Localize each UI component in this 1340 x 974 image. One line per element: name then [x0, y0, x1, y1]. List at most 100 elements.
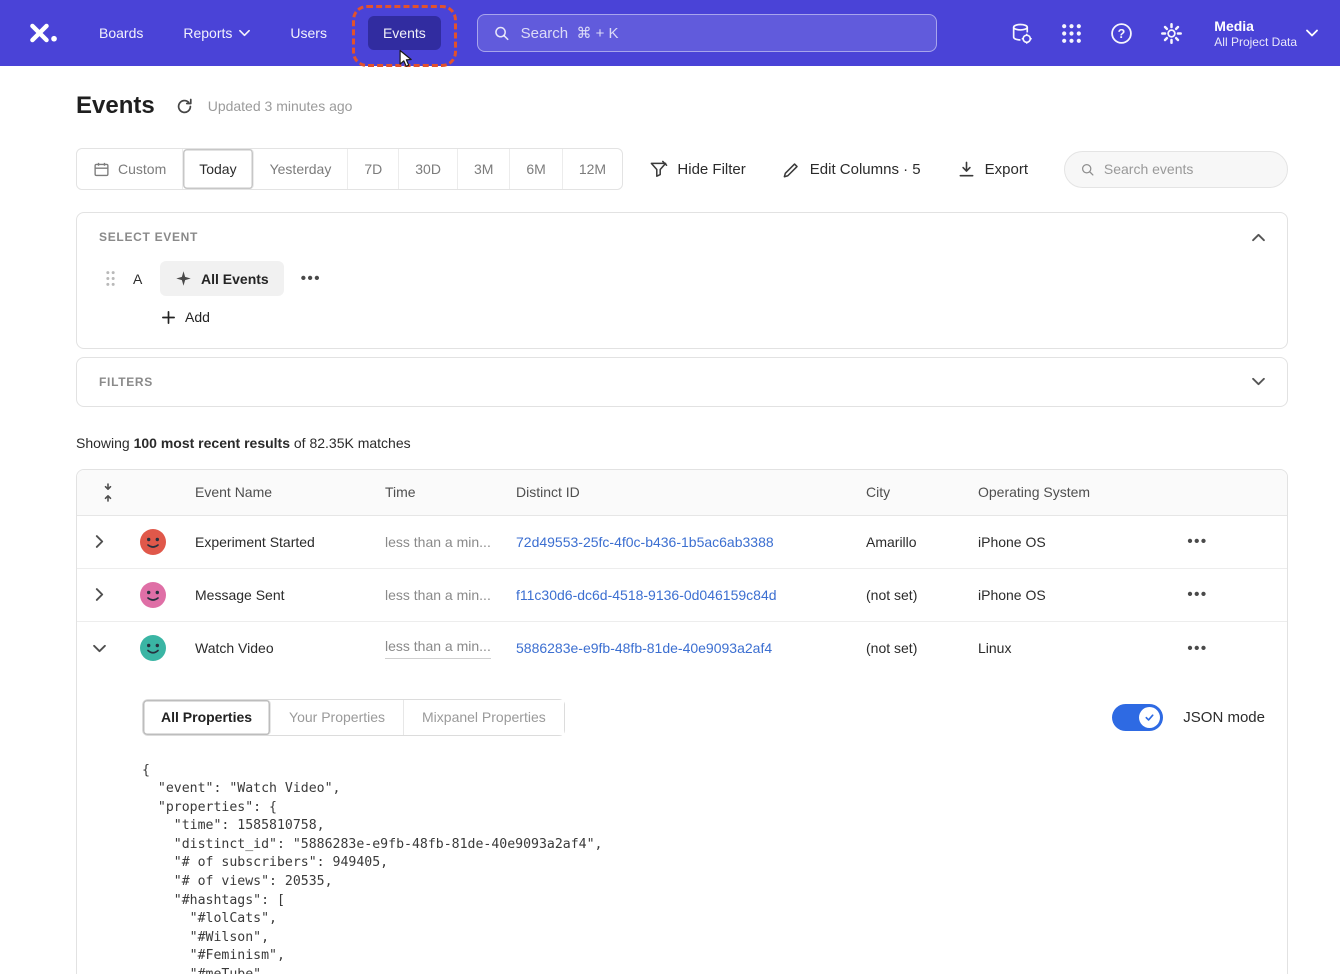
- table-row-expanded[interactable]: Watch Video less than a min... 5886283e-…: [77, 622, 1287, 675]
- chevron-right-icon[interactable]: [93, 588, 106, 601]
- select-event-card: SELECT EVENT A All Events •••: [76, 212, 1288, 349]
- date-3m-button[interactable]: 3M: [458, 149, 510, 189]
- table-row[interactable]: Experiment Started less than a min... 72…: [77, 516, 1287, 569]
- top-navbar: Boards Reports Users Events: [0, 0, 1340, 66]
- date-7d-button[interactable]: 7D: [348, 149, 399, 189]
- event-selector-chip[interactable]: All Events: [160, 261, 284, 296]
- date-7d-label: 7D: [364, 161, 382, 177]
- chevron-up-icon[interactable]: [1252, 233, 1265, 242]
- hide-filter-button[interactable]: Hide Filter: [649, 160, 745, 179]
- add-event-button[interactable]: Add: [161, 309, 210, 325]
- settings-gear-icon[interactable]: [1160, 22, 1183, 45]
- date-6m-button[interactable]: 6M: [510, 149, 562, 189]
- cell-time: less than a min...: [375, 534, 506, 550]
- nav-item-reports-label: Reports: [183, 25, 232, 41]
- date-6m-label: 6M: [526, 161, 545, 177]
- drag-handle-icon[interactable]: [105, 270, 116, 287]
- cell-os: iPhone OS: [968, 587, 1118, 603]
- event-detail-panel: All Properties Your Properties Mixpanel …: [77, 675, 1287, 974]
- cell-distinct-id-link[interactable]: 5886283e-e9fb-48fb-81de-40e9093a2af4: [506, 640, 856, 656]
- table-row[interactable]: Message Sent less than a min... f11c30d6…: [77, 569, 1287, 622]
- page-header: Events Updated 3 minutes ago: [76, 92, 1288, 120]
- hide-filter-label: Hide Filter: [677, 161, 745, 178]
- search-events-input[interactable]: [1104, 161, 1272, 177]
- select-event-header[interactable]: SELECT EVENT: [77, 213, 1287, 261]
- filter-funnel-icon: [649, 160, 668, 179]
- help-icon[interactable]: ?: [1110, 22, 1133, 45]
- cell-distinct-id-link[interactable]: 72d49553-25fc-4f0c-b436-1b5ac6ab3388: [506, 534, 856, 550]
- add-row: Add: [77, 296, 1287, 348]
- navbar-search-input[interactable]: [521, 25, 921, 42]
- row-more-button[interactable]: •••: [1187, 586, 1207, 603]
- add-event-label: Add: [185, 309, 210, 325]
- cell-time: less than a min...: [375, 587, 506, 603]
- search-events-field[interactable]: [1064, 151, 1288, 188]
- download-icon: [957, 160, 976, 179]
- tab-your-properties[interactable]: Your Properties: [271, 700, 404, 735]
- mixpanel-logo-icon[interactable]: [28, 21, 58, 45]
- cell-distinct-id-link[interactable]: f11c30d6-dc6d-4518-9136-0d046159c84d: [506, 587, 856, 603]
- tab-mixpanel-properties[interactable]: Mixpanel Properties: [404, 700, 564, 735]
- event-row-label: A: [133, 271, 143, 287]
- avatar: [140, 635, 166, 661]
- navbar-right: ? Media All Project Data: [1010, 17, 1318, 49]
- date-today-button[interactable]: Today: [183, 149, 253, 189]
- select-event-title: SELECT EVENT: [99, 230, 198, 244]
- last-updated-text: Updated 3 minutes ago: [208, 98, 353, 114]
- svg-text:?: ?: [1118, 26, 1126, 40]
- cell-city: Amarillo: [856, 534, 968, 550]
- navbar-search[interactable]: [477, 14, 937, 52]
- refresh-icon[interactable]: [175, 97, 194, 116]
- tab-all-properties[interactable]: All Properties: [143, 700, 271, 735]
- apps-grid-icon[interactable]: [1060, 22, 1083, 45]
- project-switcher[interactable]: Media All Project Data: [1214, 17, 1318, 49]
- detail-header: All Properties Your Properties Mixpanel …: [142, 699, 1265, 736]
- date-custom-label: Custom: [118, 161, 166, 177]
- nav-events-wrapper: Events: [368, 16, 441, 50]
- col-header-distinct-id: Distinct ID: [506, 484, 856, 500]
- row-more-button[interactable]: •••: [1187, 533, 1207, 550]
- row-more-button[interactable]: •••: [1187, 640, 1207, 657]
- project-name: Media: [1214, 17, 1297, 35]
- toggle-knob: [1139, 707, 1160, 728]
- date-3m-label: 3M: [474, 161, 493, 177]
- cell-city: (not set): [856, 587, 968, 603]
- date-12m-button[interactable]: 12M: [563, 149, 622, 189]
- json-mode-toggle[interactable]: [1112, 704, 1163, 731]
- collapse-all-icon[interactable]: [101, 483, 115, 502]
- controls-row: Custom Today Yesterday 7D 30D 3M 6M 12M …: [76, 148, 1288, 190]
- date-yesterday-button[interactable]: Yesterday: [254, 149, 349, 189]
- date-30d-button[interactable]: 30D: [399, 149, 458, 189]
- cursor-icon: [398, 49, 415, 69]
- json-mode-label: JSON mode: [1183, 709, 1265, 726]
- chevron-down-icon[interactable]: [93, 642, 106, 655]
- date-custom-button[interactable]: Custom: [77, 149, 183, 189]
- date-30d-label: 30D: [415, 161, 441, 177]
- pencil-icon: [782, 160, 801, 179]
- main-content: Events Updated 3 minutes ago Custom Toda…: [0, 92, 1340, 974]
- cell-event-name: Watch Video: [185, 640, 375, 656]
- project-info: Media All Project Data: [1214, 17, 1297, 49]
- export-label: Export: [985, 161, 1028, 178]
- filters-header[interactable]: FILTERS: [77, 358, 1287, 406]
- chevron-down-icon[interactable]: [1252, 377, 1265, 386]
- summary-highlight: 100 most recent results: [134, 435, 290, 451]
- nav-item-reports[interactable]: Reports: [168, 16, 265, 50]
- export-button[interactable]: Export: [957, 160, 1028, 179]
- edit-columns-button[interactable]: Edit Columns · 5: [782, 160, 921, 179]
- nav-item-events-label: Events: [383, 25, 426, 41]
- date-12m-label: 12M: [579, 161, 606, 177]
- nav-item-users-label: Users: [290, 25, 327, 41]
- nav-item-users[interactable]: Users: [275, 16, 342, 50]
- nav-item-boards[interactable]: Boards: [84, 16, 158, 50]
- nav-item-events[interactable]: Events: [368, 16, 441, 50]
- cell-city: (not set): [856, 640, 968, 656]
- summary-prefix: Showing: [76, 435, 134, 451]
- col-header-time: Time: [375, 484, 506, 500]
- event-more-button[interactable]: •••: [301, 270, 321, 287]
- date-today-label: Today: [199, 161, 236, 177]
- event-selector-label: All Events: [201, 271, 269, 287]
- data-management-icon[interactable]: [1010, 22, 1033, 45]
- chevron-right-icon[interactable]: [93, 535, 106, 548]
- search-icon: [1080, 161, 1095, 178]
